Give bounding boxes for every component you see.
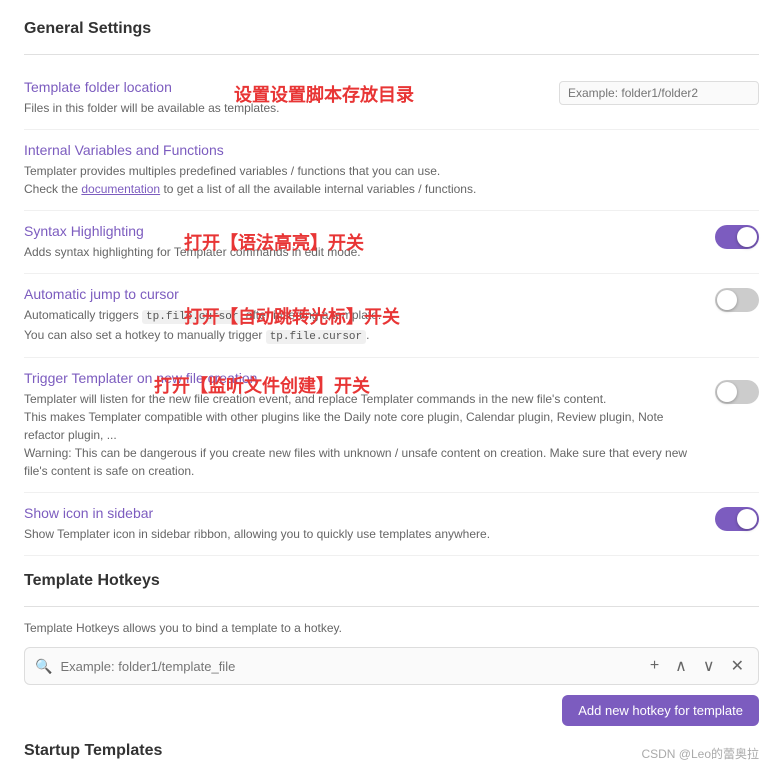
add-hotkey-button[interactable]: Add new hotkey for template [562, 695, 759, 726]
auto-jump-row: Automatic jump to cursor Automatically t… [24, 274, 759, 358]
template-folder-row: Template folder location Files in this f… [24, 67, 759, 130]
show-icon-title: Show icon in sidebar [24, 505, 695, 521]
syntax-highlighting-toggle[interactable] [715, 225, 759, 249]
trigger-desc2: This makes Templater compatible with oth… [24, 410, 663, 442]
add-hotkey-wrapper: Add new hotkey for template [24, 695, 759, 726]
show-icon-slider [715, 507, 759, 531]
auto-jump-title: Automatic jump to cursor [24, 286, 695, 302]
trigger-desc1: Templater will listen for the new file c… [24, 392, 606, 406]
auto-jump-control[interactable] [715, 286, 759, 312]
show-icon-description: Show Templater icon in sidebar ribbon, a… [24, 525, 695, 543]
syntax-highlighting-row: Syntax Highlighting Adds syntax highligh… [24, 211, 759, 274]
internal-vars-title: Internal Variables and Functions [24, 142, 739, 158]
search-icon: 🔍 [35, 658, 52, 675]
trigger-new-file-slider [715, 380, 759, 404]
trigger-new-file-control[interactable] [715, 370, 759, 404]
add-icon-button[interactable]: + [646, 655, 663, 677]
internal-vars-row: Internal Variables and Functions Templat… [24, 130, 759, 211]
internal-vars-desc3: to get a list of all the available inter… [160, 182, 476, 196]
show-icon-row: Show icon in sidebar Show Templater icon… [24, 493, 759, 556]
syntax-highlighting-title: Syntax Highlighting [24, 223, 695, 239]
syntax-highlighting-description: Adds syntax highlighting for Templater c… [24, 243, 695, 261]
close-icon-button[interactable]: ✕ [727, 654, 748, 678]
internal-vars-desc2: Check the [24, 182, 81, 196]
auto-jump-code2: tp.file.cursor [266, 330, 366, 344]
down-icon-button[interactable]: ∨ [699, 654, 719, 678]
auto-jump-knob [717, 290, 737, 310]
internal-vars-desc1: Templater provides multiples predefined … [24, 164, 440, 178]
auto-jump-toggle[interactable] [715, 288, 759, 312]
auto-jump-description: Automatically triggers tp.file.cursor af… [24, 306, 695, 345]
trigger-new-file-row: Trigger Templater on new file creation T… [24, 358, 759, 493]
hotkeys-section-title: Template Hotkeys [24, 572, 759, 594]
general-settings-title: General Settings [24, 20, 759, 42]
trigger-new-file-toggle[interactable] [715, 380, 759, 404]
syntax-highlighting-control[interactable] [715, 223, 759, 249]
up-icon-button[interactable]: ∧ [671, 654, 691, 678]
show-icon-knob [737, 509, 757, 529]
template-folder-content: Template folder location Files in this f… [24, 79, 559, 117]
trigger-new-file-title: Trigger Templater on new file creation [24, 370, 695, 386]
hotkeys-divider [24, 606, 759, 607]
hotkeys-search-bar: 🔍 + ∧ ∨ ✕ [24, 647, 759, 685]
internal-vars-link[interactable]: documentation [81, 182, 160, 196]
show-icon-toggle[interactable] [715, 507, 759, 531]
template-folder-input[interactable] [559, 81, 759, 105]
auto-jump-desc1: Automatically triggers [24, 308, 142, 322]
auto-jump-desc2: after inserting a template. [242, 308, 381, 322]
auto-jump-slider [715, 288, 759, 312]
template-folder-title: Template folder location [24, 79, 539, 95]
hotkeys-search-input[interactable] [60, 659, 637, 674]
syntax-highlighting-knob [737, 227, 757, 247]
trigger-desc3: Warning: This can be dangerous if you cr… [24, 446, 687, 478]
trigger-new-file-description: Templater will listen for the new file c… [24, 390, 695, 480]
watermark-text: CSDN @Leo的蕾奥拉 [641, 745, 759, 762]
show-icon-control[interactable] [715, 505, 759, 531]
internal-vars-description: Templater provides multiples predefined … [24, 162, 739, 198]
template-folder-control [559, 79, 759, 105]
auto-jump-content: Automatic jump to cursor Automatically t… [24, 286, 715, 345]
syntax-highlighting-slider [715, 225, 759, 249]
internal-vars-content: Internal Variables and Functions Templat… [24, 142, 759, 198]
trigger-new-file-knob [717, 382, 737, 402]
auto-jump-desc3: You can also set a hotkey to manually tr… [24, 328, 266, 342]
syntax-highlighting-content: Syntax Highlighting Adds syntax highligh… [24, 223, 715, 261]
general-divider [24, 54, 759, 55]
template-folder-description: Files in this folder will be available a… [24, 99, 539, 117]
auto-jump-desc4: . [366, 328, 369, 342]
auto-jump-code1: tp.file.cursor [142, 310, 242, 324]
trigger-new-file-content: Trigger Templater on new file creation T… [24, 370, 715, 480]
hotkeys-description: Template Hotkeys allows you to bind a te… [24, 619, 759, 637]
hotkeys-section: Template Hotkeys Template Hotkeys allows… [24, 572, 759, 726]
show-icon-content: Show icon in sidebar Show Templater icon… [24, 505, 715, 543]
